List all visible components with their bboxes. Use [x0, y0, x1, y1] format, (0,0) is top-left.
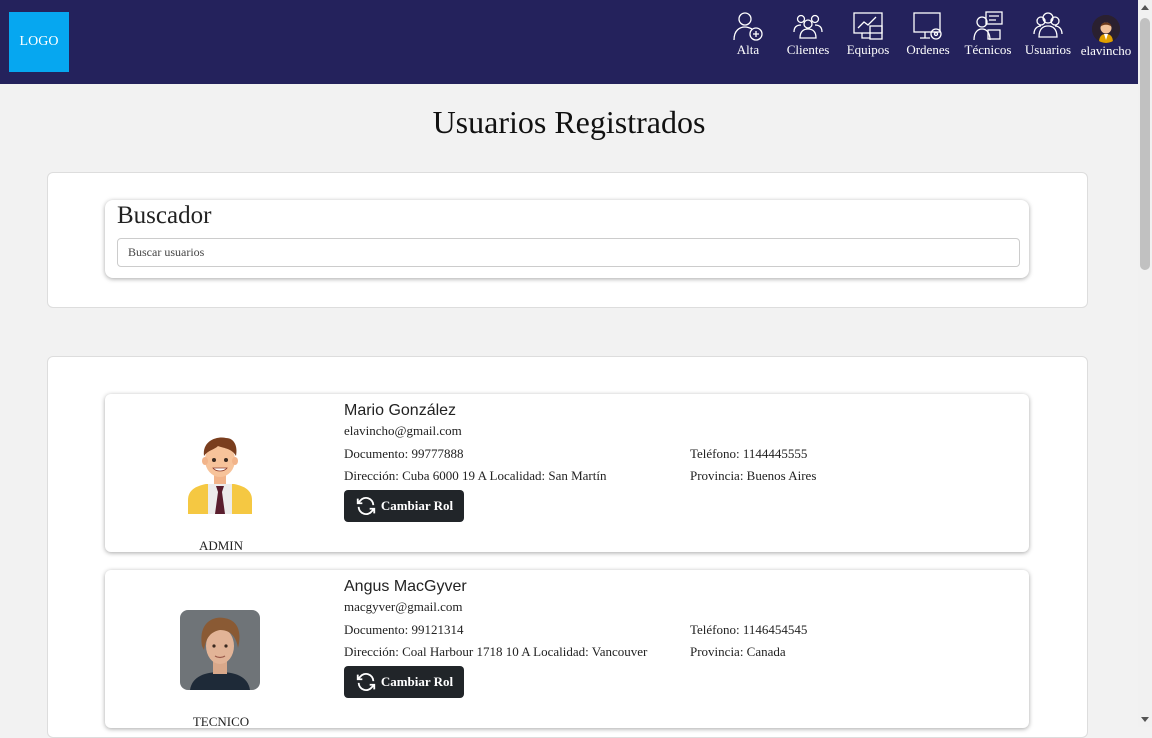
user-photo — [180, 610, 260, 690]
avatar — [1092, 15, 1120, 43]
change-role-button[interactable]: Cambiar Rol — [344, 490, 464, 522]
equipment-icon — [853, 12, 883, 40]
user-document: Documento: 99777888 — [344, 446, 464, 461]
change-role-label: Cambiar Rol — [380, 674, 454, 689]
nav-label: Alta — [736, 42, 760, 57]
admin-avatar-illustration — [188, 437, 252, 514]
nav-item-ordenes[interactable]: Ordenes — [898, 10, 958, 58]
nav-item-clientes[interactable]: Clientes — [778, 10, 838, 58]
scroll-up-arrow-icon[interactable] — [1141, 5, 1149, 10]
scrollbar[interactable] — [1138, 0, 1152, 727]
user-address: Dirección: Cuba 6000 19 A Localidad: San… — [344, 468, 607, 483]
user-province: Provincia: Buenos Aires — [690, 468, 817, 483]
nav-item-usuarios[interactable]: Usuarios — [1018, 10, 1078, 58]
username-label: elavincho — [1080, 43, 1132, 58]
technicians-icon — [973, 11, 1003, 41]
search-title: Buscador — [117, 202, 212, 229]
user-role: ADMIN — [198, 538, 244, 553]
refresh-icon — [356, 673, 375, 691]
navbar: LOGO Alta Clientes Equipos Ordenes Técni… — [0, 0, 1138, 84]
nav-label: Clientes — [786, 42, 830, 57]
nav-label: Técnicos — [964, 42, 1012, 57]
nav-item-tecnicos[interactable]: Técnicos — [958, 10, 1018, 58]
user-phone: Teléfono: 1146454545 — [690, 622, 808, 637]
user-address: Dirección: Coal Harbour 1718 10 A Locali… — [344, 644, 648, 659]
nav-item-equipos[interactable]: Equipos — [838, 10, 898, 58]
scroll-down-arrow-icon[interactable] — [1141, 717, 1149, 722]
nav-label: Ordenes — [906, 42, 950, 57]
user-role: TECNICO — [192, 714, 250, 729]
refresh-icon — [356, 497, 375, 515]
nav-label: Equipos — [846, 42, 890, 57]
change-role-label: Cambiar Rol — [380, 498, 454, 513]
orders-icon — [913, 12, 942, 40]
logo[interactable]: LOGO — [9, 12, 69, 72]
clients-group-icon — [793, 14, 823, 39]
user-plus-icon — [733, 12, 763, 41]
user-name: Angus MacGyver — [344, 578, 467, 595]
change-role-button[interactable]: Cambiar Rol — [344, 666, 464, 698]
user-card: ADMIN Mario González elavincho@gmail.com… — [105, 394, 1029, 553]
user-name: Mario González — [344, 402, 457, 419]
search-card: Buscador — [105, 200, 1029, 278]
users-icon — [1033, 12, 1063, 38]
nav-item-alta[interactable]: Alta — [718, 10, 778, 58]
nav-label: Usuarios — [1024, 42, 1072, 57]
page-title: Usuarios Registrados — [432, 104, 706, 140]
user-phone: Teléfono: 1144445555 — [690, 446, 808, 461]
user-email: macgyver@gmail.com — [344, 599, 463, 614]
user-province: Provincia: Canada — [690, 644, 786, 659]
scrollbar-thumb[interactable] — [1140, 18, 1150, 270]
user-document: Documento: 99121314 — [344, 622, 464, 637]
user-card: TECNICO Angus MacGyver macgyver@gmail.co… — [105, 570, 1029, 729]
user-email: elavincho@gmail.com — [344, 423, 462, 438]
search-input[interactable] — [117, 238, 1020, 267]
user-menu[interactable]: elavincho — [1081, 15, 1131, 59]
